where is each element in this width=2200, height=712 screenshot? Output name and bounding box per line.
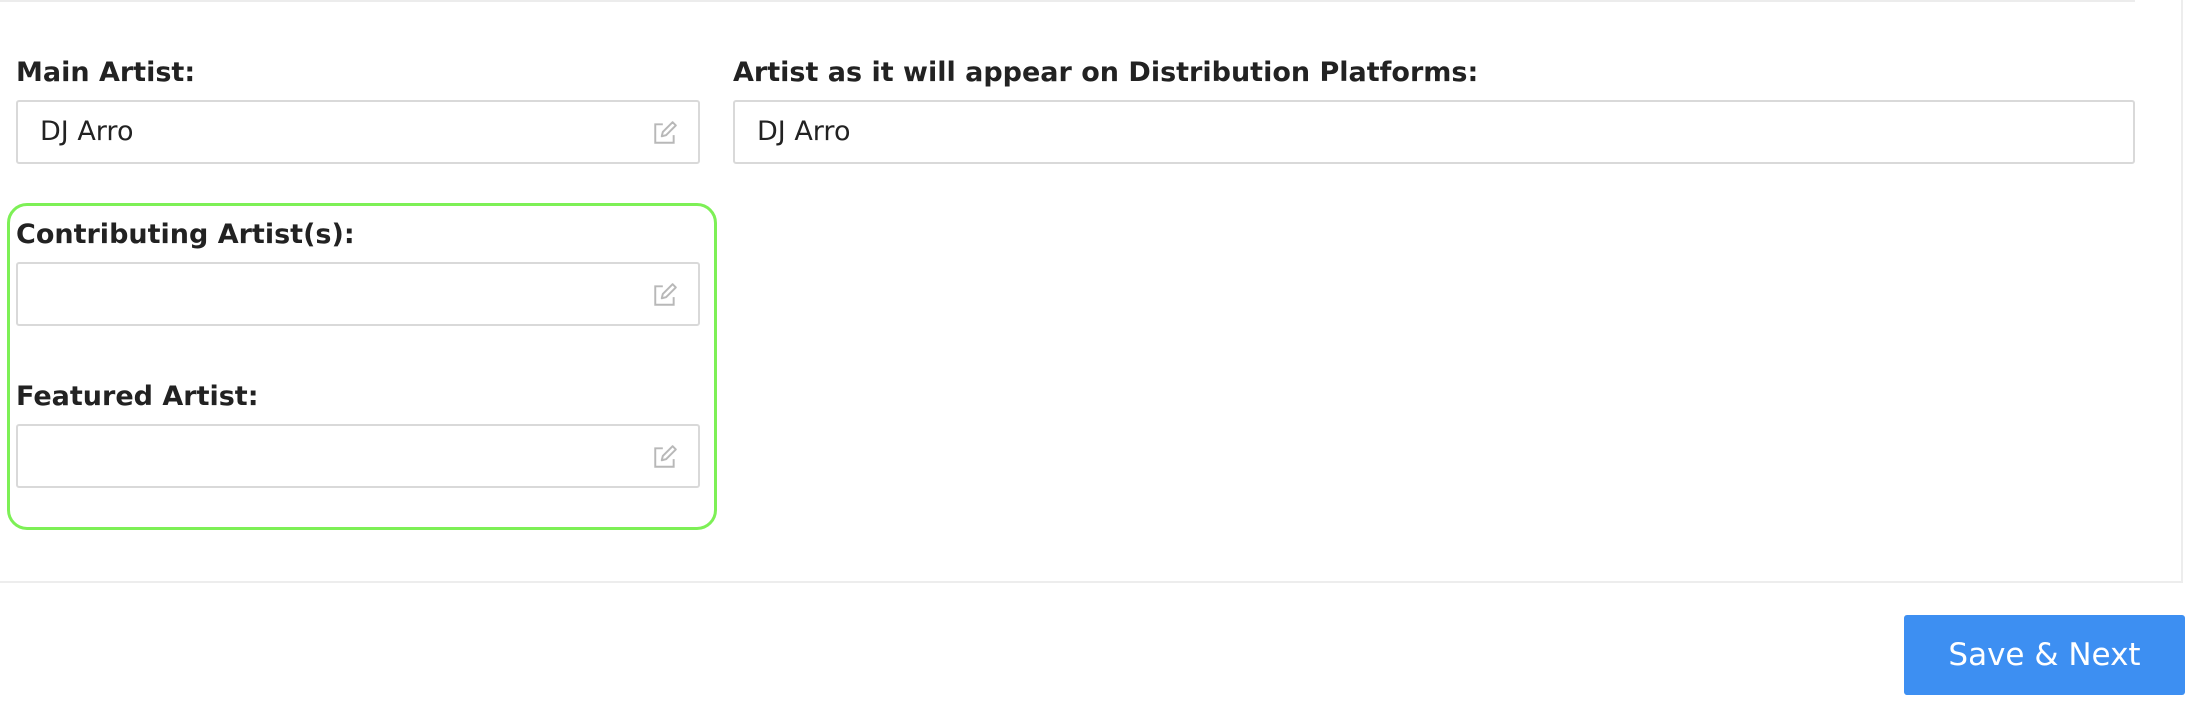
featured-artist-field[interactable]	[16, 424, 700, 488]
edit-icon[interactable]	[652, 444, 678, 470]
distribution-artist-label: Artist as it will appear on Distribution…	[733, 57, 1479, 88]
main-artist-label: Main Artist:	[16, 57, 196, 88]
featured-artist-label: Featured Artist:	[16, 381, 259, 412]
save-next-button[interactable]: Save & Next	[1904, 615, 2185, 695]
edit-icon[interactable]	[652, 120, 678, 146]
main-artist-field[interactable]: DJ Arro	[16, 100, 700, 164]
distribution-artist-value: DJ Arro	[757, 116, 851, 147]
distribution-artist-input[interactable]: DJ Arro	[733, 100, 2135, 164]
edit-icon[interactable]	[652, 282, 678, 308]
artist-details-page: Main Artist: DJ Arro Artist as it will a…	[0, 0, 2200, 712]
main-artist-value: DJ Arro	[40, 116, 134, 147]
contributing-artists-field[interactable]	[16, 262, 700, 326]
contributing-artists-label: Contributing Artist(s):	[16, 219, 355, 250]
